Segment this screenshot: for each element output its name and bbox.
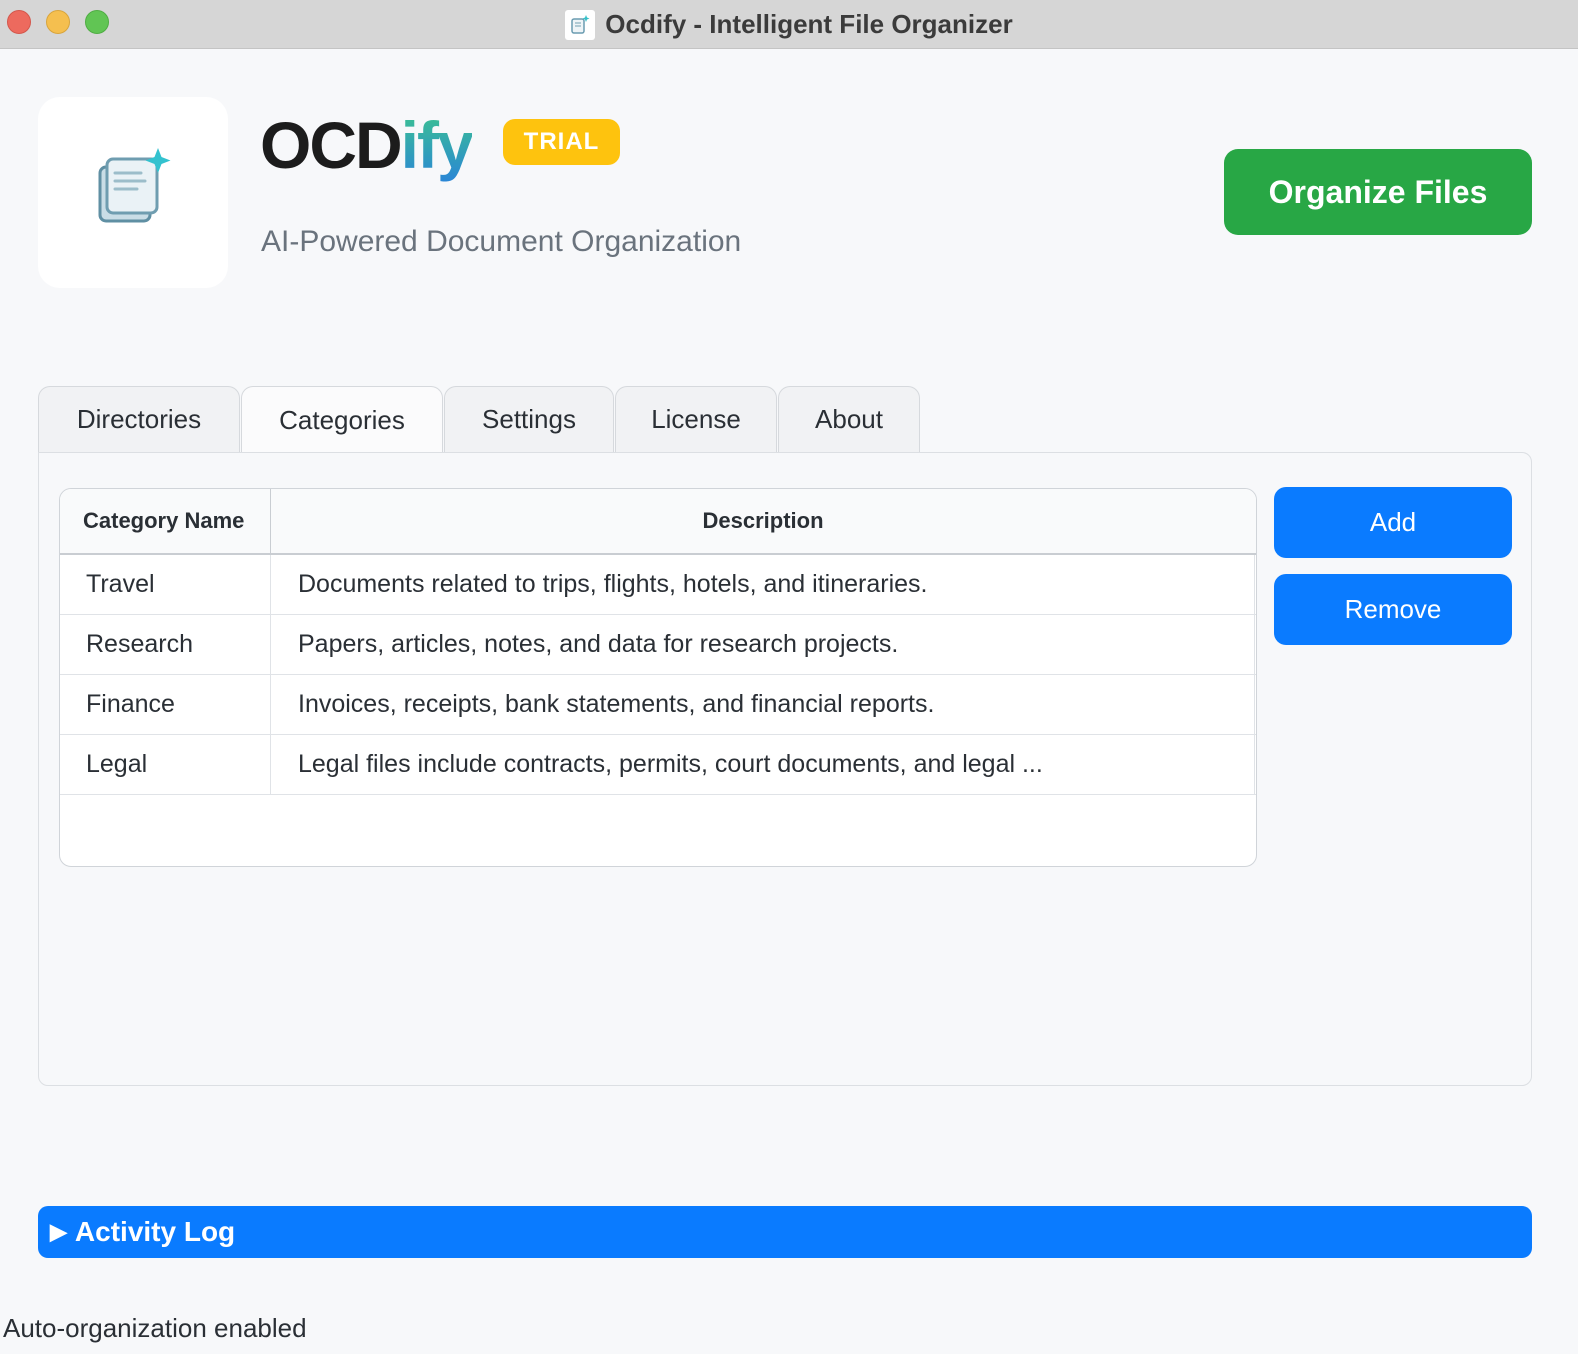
- category-description-cell: Documents related to trips, flights, hot…: [271, 555, 1255, 614]
- tab-settings[interactable]: Settings: [444, 386, 614, 452]
- column-header-description[interactable]: Description: [271, 489, 1255, 553]
- tab-categories[interactable]: Categories: [241, 386, 443, 454]
- category-description-cell: Papers, articles, notes, and data for re…: [271, 615, 1255, 674]
- category-description-cell: Invoices, receipts, bank statements, and…: [271, 675, 1255, 734]
- brand-wordmark: OCDify: [260, 108, 474, 182]
- activity-log-toggle[interactable]: ▶ Activity Log: [38, 1206, 1532, 1258]
- app-title-icon: [565, 9, 596, 40]
- organize-files-button[interactable]: Organize Files: [1224, 149, 1532, 235]
- tab-directories[interactable]: Directories: [38, 386, 240, 452]
- brand-main: OCD: [260, 108, 403, 182]
- category-name-cell: Travel: [60, 555, 271, 614]
- add-category-button[interactable]: Add: [1274, 487, 1512, 558]
- tagline: AI-Powered Document Organization: [261, 225, 742, 258]
- table-row[interactable]: Research Papers, articles, notes, and da…: [60, 615, 1256, 675]
- play-triangle-icon: ▶: [50, 1219, 67, 1244]
- category-name-cell: Research: [60, 615, 271, 674]
- activity-log-label: Activity Log: [74, 1216, 236, 1247]
- app-logo: [38, 97, 228, 288]
- brand-accent: ify: [400, 108, 474, 182]
- status-text: Auto-organization enabled: [3, 1313, 307, 1343]
- tab-about[interactable]: About: [778, 386, 920, 452]
- sparkle-document-icon: [88, 145, 178, 240]
- categories-table[interactable]: Category Name Description Travel Documen…: [59, 488, 1257, 867]
- column-header-category-name[interactable]: Category Name: [60, 489, 271, 553]
- title-bar: Ocdify - Intelligent File Organizer: [0, 0, 1578, 49]
- category-name-cell: Legal: [60, 735, 271, 794]
- window-title-group: Ocdify - Intelligent File Organizer: [0, 0, 1578, 49]
- category-description-cell: Legal files include contracts, permits, …: [271, 735, 1255, 794]
- trial-badge: TRIAL: [503, 119, 620, 165]
- table-row[interactable]: Travel Documents related to trips, fligh…: [60, 555, 1256, 615]
- table-header: Category Name Description: [60, 489, 1256, 555]
- remove-category-button[interactable]: Remove: [1274, 574, 1512, 645]
- table-row[interactable]: Legal Legal files include contracts, per…: [60, 735, 1256, 795]
- tab-license[interactable]: License: [615, 386, 777, 452]
- category-name-cell: Finance: [60, 675, 271, 734]
- window-title: Ocdify - Intelligent File Organizer: [605, 9, 1013, 39]
- table-row[interactable]: Finance Invoices, receipts, bank stateme…: [60, 675, 1256, 735]
